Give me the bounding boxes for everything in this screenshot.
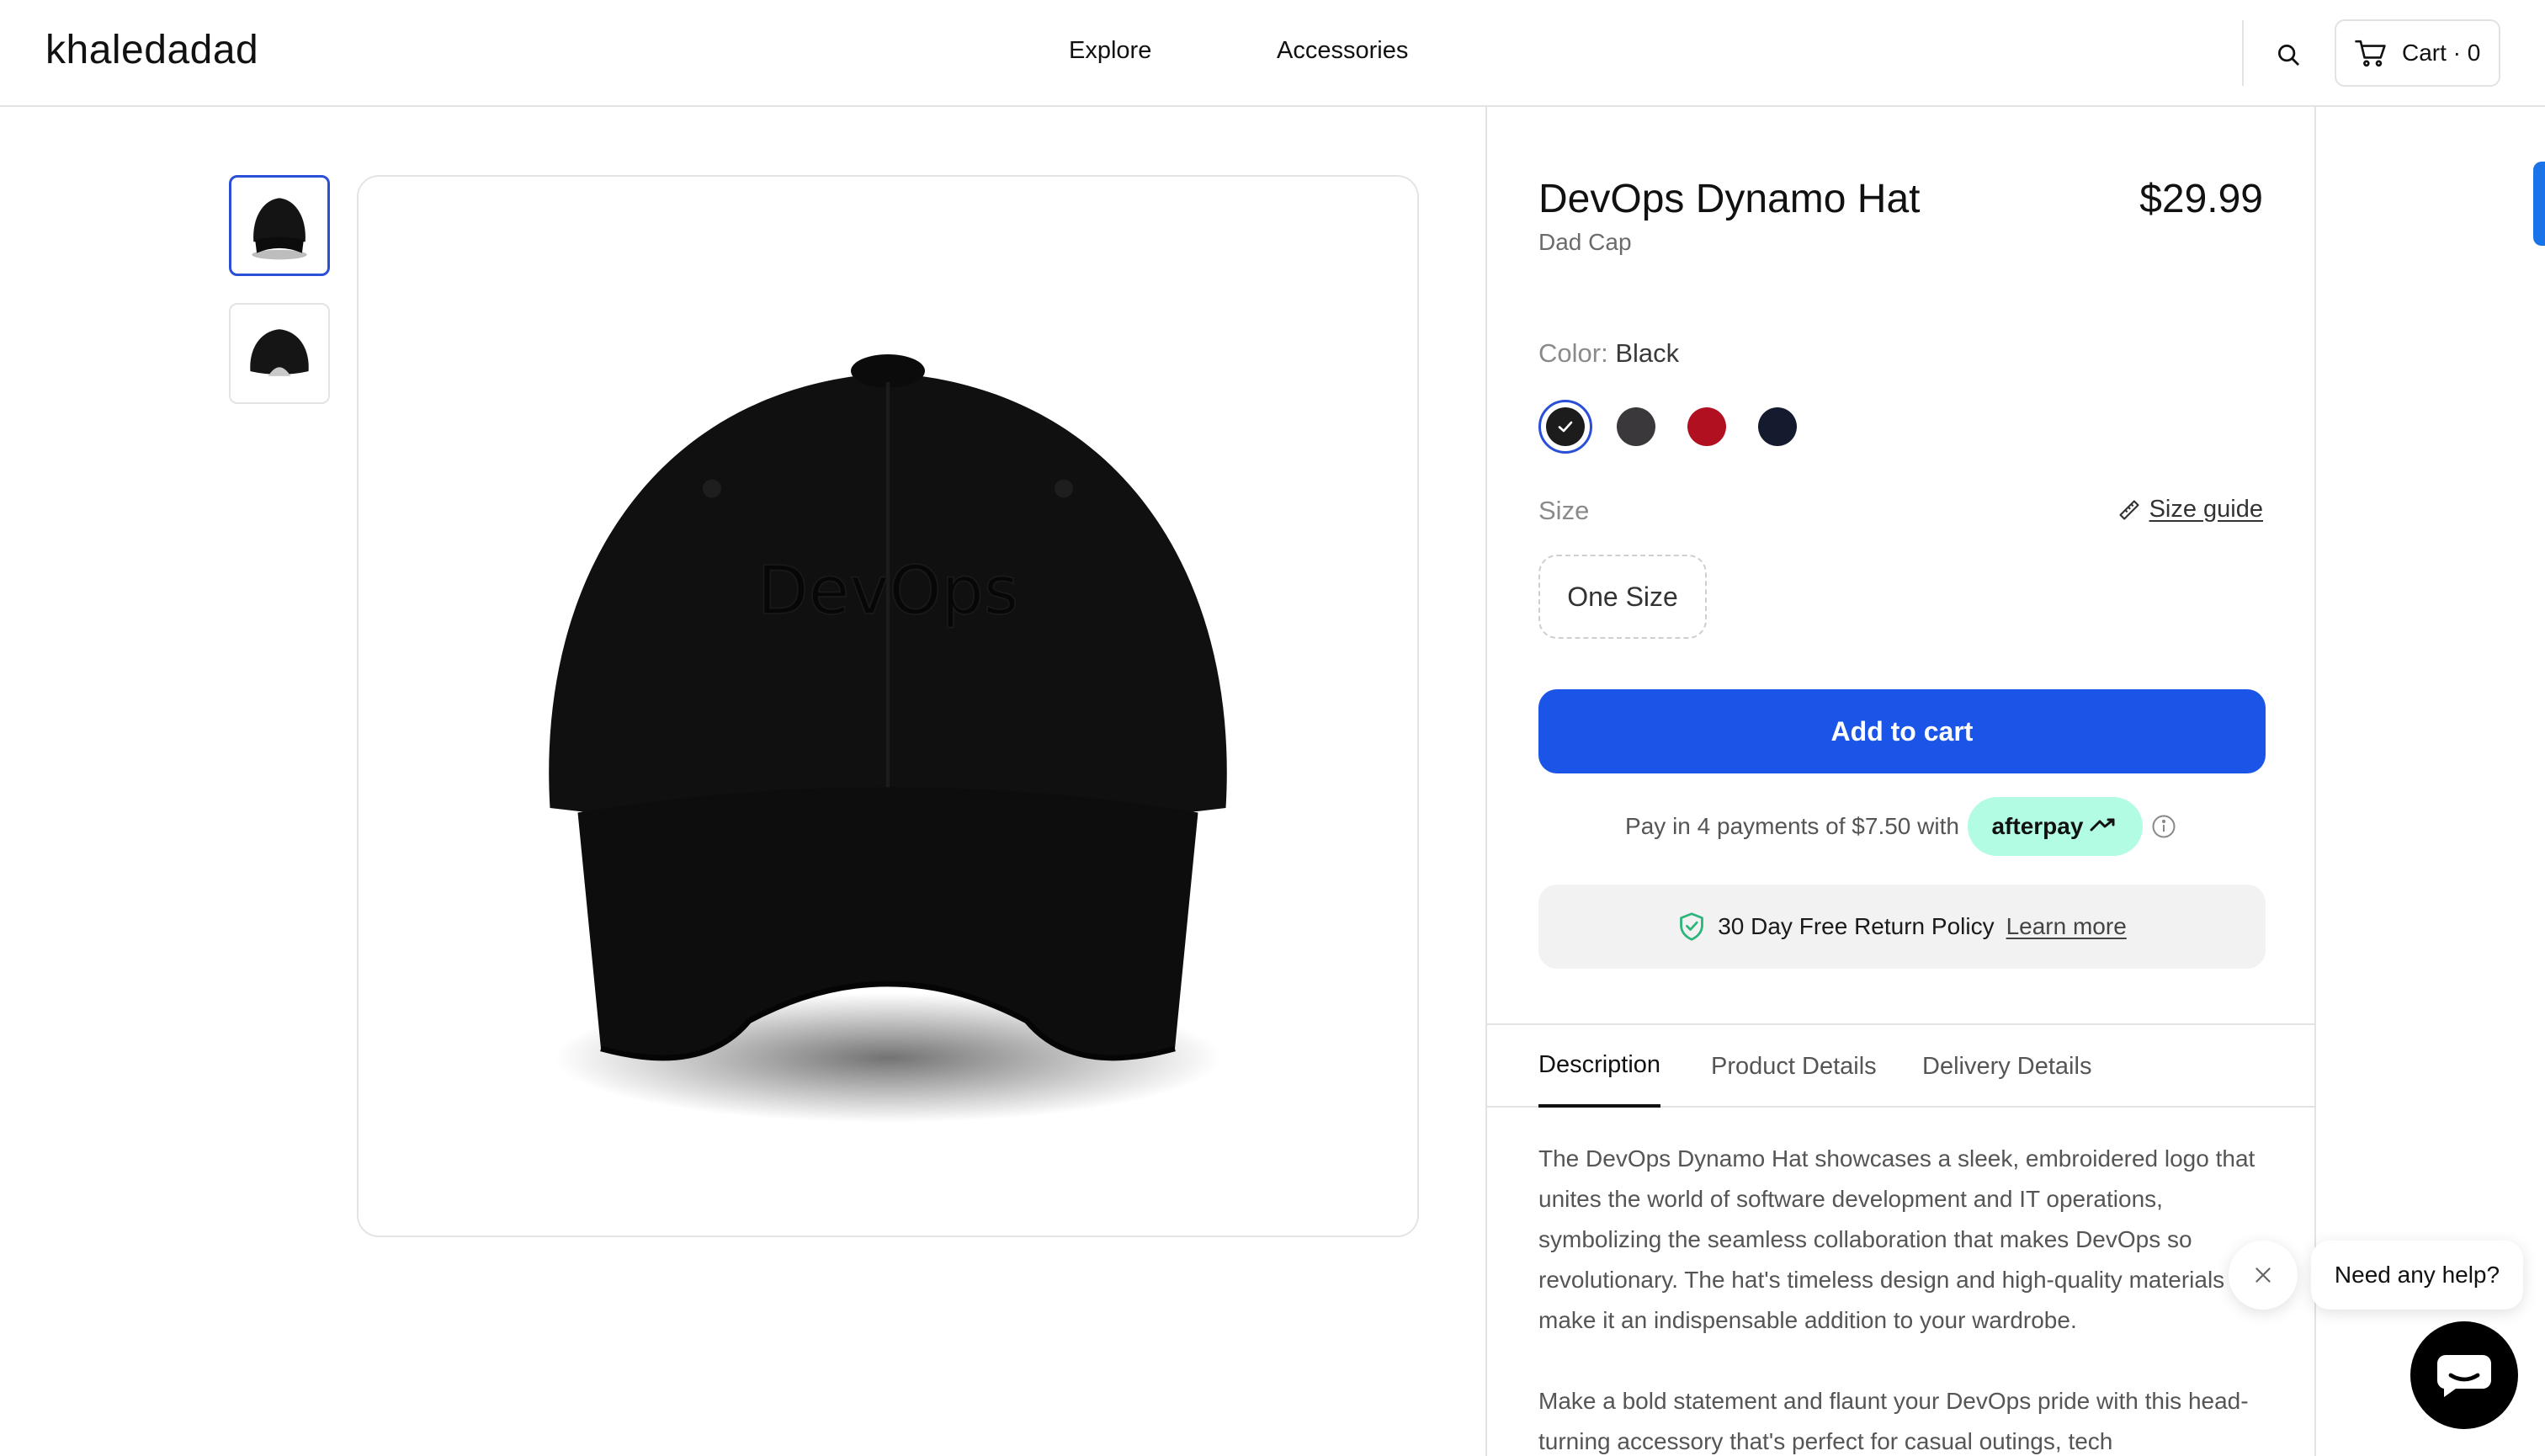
shield-check-icon <box>1680 912 1704 941</box>
product-subtitle: Dad Cap <box>1538 229 1632 255</box>
hat-back-thumbnail-image <box>250 329 309 376</box>
swatch-navy[interactable] <box>1751 400 1804 454</box>
cart-label: Cart · 0 <box>2402 40 2481 66</box>
swatch-navy-fill <box>1758 407 1797 446</box>
product-panel: DevOps Dynamo Hat $29.99 Dad Cap Color: … <box>1485 107 2316 1456</box>
afterpay-label: afterpay <box>1991 813 2084 839</box>
return-policy-banner: 30 Day Free Return Policy Learn more <box>1538 885 2266 969</box>
color-swatches <box>1538 400 1804 454</box>
swatch-red-fill <box>1687 407 1726 446</box>
nav-explore[interactable]: Explore <box>1069 37 1151 65</box>
cart-icon <box>2355 40 2386 67</box>
help-close-button[interactable] <box>2229 1241 2298 1310</box>
tab-description[interactable]: Description <box>1538 1025 1661 1108</box>
tab-product-details[interactable]: Product Details <box>1711 1025 1877 1108</box>
help-bubble[interactable]: Need any help? <box>2311 1241 2523 1310</box>
return-policy-text: 30 Day Free Return Policy <box>1718 913 1995 939</box>
site-header: khaledadad Explore Accessories Cart · 0 <box>0 0 2545 107</box>
chat-icon <box>2436 1355 2491 1397</box>
site-logo[interactable]: khaledadad <box>45 27 258 73</box>
swatch-black-fill <box>1546 407 1585 446</box>
swatch-charcoal[interactable] <box>1609 400 1663 454</box>
cart-button[interactable]: Cart · 0 <box>2335 19 2500 87</box>
product-tabs: Description Product Details Delivery Det… <box>1487 1023 2314 1108</box>
pay-installments-text: Pay in 4 payments of $7.50 with <box>1625 813 1959 839</box>
swatch-black[interactable] <box>1538 400 1592 454</box>
size-label: Size <box>1538 496 1590 525</box>
swatch-red[interactable] <box>1680 400 1734 454</box>
color-selection-label: Color: Black <box>1538 338 1679 369</box>
swatch-charcoal-fill <box>1617 407 1655 446</box>
product-price: $29.99 <box>2139 177 2263 221</box>
nav-accessories[interactable]: Accessories <box>1277 37 1408 65</box>
product-description: The DevOps Dynamo Hat showcases a sleek,… <box>1538 1139 2271 1456</box>
color-value: Black <box>1615 338 1680 368</box>
thumbnail-back[interactable] <box>229 303 330 404</box>
color-label: Color: <box>1538 338 1608 368</box>
header-divider <box>2242 20 2244 86</box>
search-button[interactable] <box>2269 35 2308 74</box>
afterpay-line: Pay in 4 payments of $7.50 with afterpay <box>1487 797 2314 856</box>
thumbnail-front[interactable] <box>229 175 330 276</box>
afterpay-arrows-icon <box>2090 818 2115 832</box>
product-main-image[interactable]: DevOps <box>357 175 1419 1237</box>
description-paragraph-1: The DevOps Dynamo Hat showcases a sleek,… <box>1538 1145 2255 1333</box>
size-guide-link[interactable]: Size guide <box>2117 496 2263 523</box>
side-feedback-tab[interactable] <box>2533 162 2545 246</box>
size-option-one-size[interactable]: One Size <box>1538 555 1707 639</box>
afterpay-badge[interactable]: afterpay <box>1967 797 2143 856</box>
ruler-icon <box>2119 499 2139 520</box>
add-to-cart-button[interactable]: Add to cart <box>1538 689 2266 773</box>
learn-more-link[interactable]: Learn more <box>2006 913 2127 940</box>
close-icon <box>2255 1267 2271 1283</box>
description-paragraph-2: Make a bold statement and flaunt your De… <box>1538 1388 2249 1454</box>
info-icon[interactable] <box>2151 814 2176 839</box>
search-icon <box>2278 45 2299 66</box>
chat-launcher-button[interactable] <box>2410 1321 2518 1429</box>
help-bubble-text: Need any help? <box>2334 1262 2500 1288</box>
hat-main-image: DevOps <box>549 354 1227 1123</box>
product-title: DevOps Dynamo Hat <box>1538 177 1921 221</box>
size-guide-label: Size guide <box>2149 496 2263 523</box>
hat-front-thumbnail-image <box>252 198 307 260</box>
hat-embroidery-text: DevOps <box>757 551 1018 630</box>
tab-delivery-details[interactable]: Delivery Details <box>1922 1025 2091 1108</box>
checkmark-icon <box>1558 421 1573 433</box>
